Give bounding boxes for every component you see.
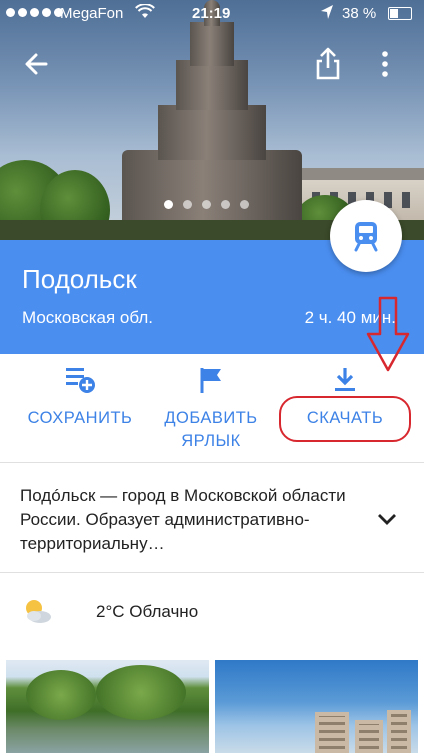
signal-icon [6, 8, 63, 17]
carousel-dot [183, 200, 192, 209]
photo-carousel-indicator [164, 200, 249, 209]
annotation-arrow [366, 296, 410, 372]
annotation-highlight [279, 396, 411, 442]
train-icon [354, 222, 378, 252]
add-label-line1: ДОБАВИТЬ [164, 409, 258, 427]
download-icon [335, 368, 355, 391]
church-tier-2 [176, 60, 248, 110]
carousel-dot [221, 200, 230, 209]
place-region: Московская обл. [22, 308, 153, 327]
save-label: СОХРАНИТЬ [27, 409, 133, 427]
place-title: Подольск [22, 264, 137, 294]
share-icon[interactable] [310, 44, 346, 84]
carousel-dot [164, 200, 173, 209]
carousel-dot [202, 200, 211, 209]
partly-cloudy-icon [26, 600, 51, 623]
chevron-down-icon[interactable] [376, 512, 398, 526]
transit-directions-button[interactable] [330, 200, 402, 272]
back-arrow-icon[interactable] [18, 44, 58, 84]
add-label-button[interactable]: ДОБАВИТЬ ЯРЛЫК [152, 366, 270, 453]
church-tier-1 [158, 105, 266, 160]
place-photo-2[interactable] [215, 660, 418, 753]
add-label-line2: ЯРЛЫК [181, 432, 241, 450]
place-description[interactable]: Подóльск — город в Московской области Ро… [0, 462, 424, 573]
status-bar: MegaFon 21:19 38 % [0, 0, 424, 26]
carousel-dot [240, 200, 249, 209]
church-tier-3 [190, 22, 234, 66]
place-photo-1[interactable] [6, 660, 209, 753]
battery-icon [388, 7, 412, 20]
carrier-name: MegaFon [60, 5, 124, 22]
wifi-icon [135, 4, 155, 18]
description-text: Подóльск — город в Московской области Ро… [20, 486, 346, 553]
clock: 21:19 [192, 5, 231, 22]
location-arrow-icon [321, 5, 333, 19]
battery-percent: 38 % [342, 5, 377, 22]
weather-text: 2°C Облачно [96, 602, 199, 621]
more-vert-icon[interactable] [370, 46, 400, 82]
weather-row: 2°C Облачно [0, 572, 424, 652]
save-button[interactable]: СОХРАНИТЬ [18, 366, 142, 430]
playlist-add-icon [66, 368, 95, 393]
flag-icon [200, 368, 221, 393]
